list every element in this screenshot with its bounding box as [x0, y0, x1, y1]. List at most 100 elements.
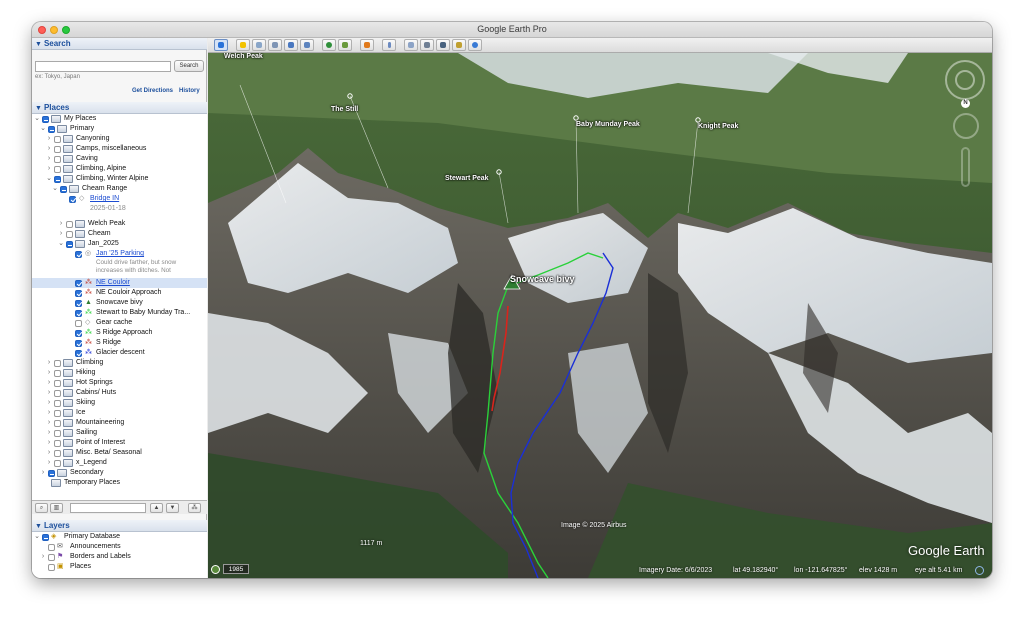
north-icon[interactable]: N [961, 99, 970, 108]
tree-item-snowcave-bivy[interactable]: ▲ Snowcave bivy [32, 298, 207, 308]
tree-item-my-places[interactable]: ⌄ My Places [32, 114, 207, 124]
tree-item-cheam[interactable]: › Cheam [32, 229, 207, 239]
checkbox[interactable] [54, 440, 61, 447]
tree-item-cheam-range[interactable]: ⌄ Cheam Range [32, 184, 207, 194]
tree-item-climbing-alpine[interactable]: › Climbing, Alpine [32, 164, 207, 174]
tree-item-caving[interactable]: › Caving [32, 154, 207, 164]
tree-item-sailing[interactable]: › Sailing [32, 428, 207, 438]
checkbox[interactable] [66, 231, 73, 238]
checkbox[interactable] [75, 330, 82, 337]
tree-item-x-legend[interactable]: › x_Legend [32, 458, 207, 468]
add-overlay-button[interactable] [284, 39, 298, 51]
tree-item-mountaineering[interactable]: › Mountaineering [32, 418, 207, 428]
tree-item-temporary-places[interactable]: Temporary Places [32, 478, 207, 488]
chevron-down-icon[interactable]: ⌄ [57, 239, 65, 249]
tree-item-glacier-descent[interactable]: ⁂ Glacier descent [32, 348, 207, 358]
checkbox[interactable] [75, 310, 82, 317]
label-welch-peak[interactable]: Welch Peak [224, 53, 263, 60]
chevron-right-icon[interactable]: › [45, 418, 53, 428]
tree-item-s-ridge-approach[interactable]: ⁂ S Ridge Approach [32, 328, 207, 338]
checkbox[interactable] [54, 430, 61, 437]
tree-item-s-ridge[interactable]: ⁂ S Ridge [32, 338, 207, 348]
checkbox[interactable] [66, 241, 73, 248]
get-directions-link[interactable]: Get Directions [132, 88, 173, 94]
chevron-right-icon[interactable]: › [45, 378, 53, 388]
tree-link-label[interactable]: Jan '25 Parking [96, 249, 144, 259]
checkbox[interactable] [48, 470, 55, 477]
checkbox[interactable] [42, 116, 49, 123]
tree-item-secondary[interactable]: › Secondary [32, 468, 207, 478]
history-link[interactable]: History [179, 88, 200, 94]
tree-item-jan25-parking[interactable]: ◎ Jan '25 Parking [32, 249, 207, 259]
sunlight-button[interactable] [338, 39, 352, 51]
email-button[interactable] [404, 39, 418, 51]
checkbox[interactable] [75, 251, 82, 258]
tree-item-ice[interactable]: › Ice [32, 408, 207, 418]
ruler-button[interactable] [382, 39, 396, 51]
checkbox[interactable] [75, 300, 82, 307]
chevron-right-icon[interactable]: › [45, 358, 53, 368]
move-joystick[interactable] [953, 113, 979, 139]
chevron-right-icon[interactable]: › [45, 144, 53, 154]
tree-item-misc-beta[interactable]: › Misc. Beta/ Seasonal [32, 448, 207, 458]
historical-imagery-icon[interactable] [211, 565, 220, 574]
checkbox[interactable] [48, 544, 55, 551]
chevron-right-icon[interactable]: › [45, 448, 53, 458]
chevron-right-icon[interactable]: › [57, 219, 65, 229]
search-places-button[interactable]: ⌕ [35, 503, 48, 513]
chevron-right-icon[interactable]: › [45, 398, 53, 408]
tree-item-camps[interactable]: › Camps, miscellaneous [32, 144, 207, 154]
add-polygon-button[interactable] [252, 39, 266, 51]
tour-button[interactable]: ⁂ [188, 503, 201, 513]
earth-gallery-button[interactable] [468, 39, 482, 51]
tree-link-label[interactable]: Bridge IN [90, 194, 119, 204]
record-tour-button[interactable] [300, 39, 314, 51]
chevron-right-icon[interactable]: › [45, 368, 53, 378]
chevron-down-icon[interactable]: ⌄ [39, 124, 47, 134]
view-in-maps-button[interactable] [452, 39, 466, 51]
tree-item-stewart-baby-munday[interactable]: ⁂ Stewart to Baby Munday Tra... [32, 308, 207, 318]
checkbox[interactable] [75, 320, 82, 327]
checkbox[interactable] [54, 136, 61, 143]
map-view[interactable]: Welch Peak The Still Baby Munday Peak Kn… [208, 53, 992, 578]
chevron-right-icon[interactable]: › [45, 408, 53, 418]
label-the-still[interactable]: The Still [331, 106, 358, 113]
chevron-right-icon[interactable]: › [45, 458, 53, 468]
checkbox[interactable] [54, 420, 61, 427]
chevron-down-icon[interactable]: ⌄ [33, 114, 41, 124]
chevron-right-icon[interactable]: › [45, 388, 53, 398]
checkbox[interactable] [54, 146, 61, 153]
label-baby-munday-peak[interactable]: Baby Munday Peak [576, 121, 640, 128]
chevron-right-icon[interactable]: › [39, 468, 47, 478]
look-joystick[interactable] [955, 70, 975, 90]
tree-link-label[interactable]: NE Couloir [96, 278, 130, 288]
tree-item-gear-cache[interactable]: ◇ Gear cache [32, 318, 207, 328]
checkbox[interactable] [48, 564, 55, 571]
checkbox[interactable] [54, 400, 61, 407]
save-image-button[interactable] [436, 39, 450, 51]
toggle-panel-button[interactable]: ▥ [50, 503, 63, 513]
switch-planet-button[interactable] [360, 39, 374, 51]
label-snowcave-bivy[interactable]: Snowcave bivy [510, 274, 575, 284]
chevron-right-icon[interactable]: › [45, 134, 53, 144]
add-path-button[interactable] [268, 39, 282, 51]
checkbox[interactable] [75, 280, 82, 287]
chevron-right-icon[interactable]: › [45, 154, 53, 164]
tree-item-bridge-in[interactable]: ◇ Bridge IN [32, 194, 207, 204]
search-panel-header[interactable]: ▼ Search [32, 38, 207, 50]
checkbox[interactable] [75, 290, 82, 297]
places-panel-header[interactable]: ▼ Places [32, 102, 207, 114]
label-stewart-peak[interactable]: Stewart Peak [445, 175, 489, 182]
checkbox[interactable] [54, 390, 61, 397]
checkbox[interactable] [48, 126, 55, 133]
checkbox[interactable] [54, 370, 61, 377]
checkbox[interactable] [54, 360, 61, 367]
checkbox[interactable] [54, 410, 61, 417]
chevron-down-icon[interactable]: ⌄ [51, 184, 59, 194]
checkbox[interactable] [60, 186, 67, 193]
chevron-right-icon[interactable]: › [39, 552, 47, 562]
historical-imagery-button[interactable] [322, 39, 336, 51]
tree-item-primary[interactable]: ⌄ Primary [32, 124, 207, 134]
chevron-down-icon[interactable]: ⌄ [33, 532, 41, 542]
tree-item-welch-peak[interactable]: › Welch Peak [32, 219, 207, 229]
